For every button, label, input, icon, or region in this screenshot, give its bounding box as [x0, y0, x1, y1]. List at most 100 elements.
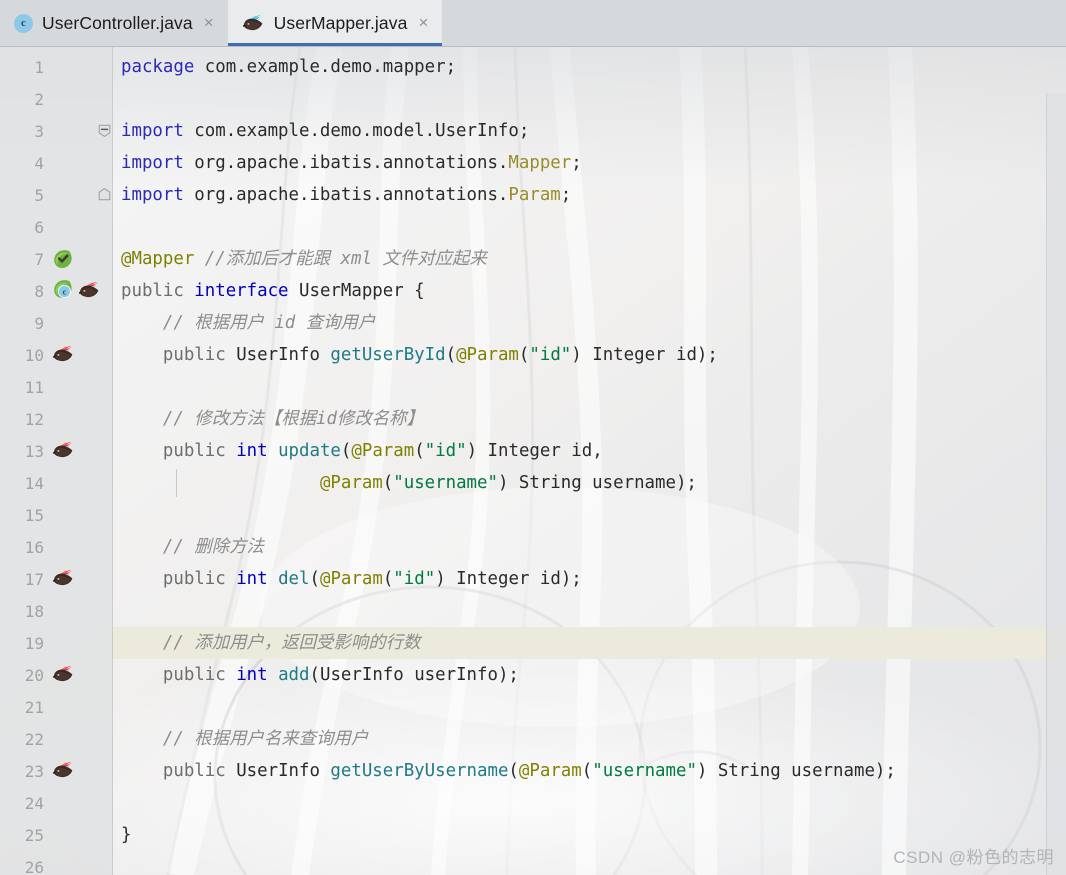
- line-number: 16: [24, 537, 44, 557]
- editor-tab-2[interactable]: UserMapper.java ×: [227, 0, 443, 46]
- gutter-row[interactable]: 25: [0, 819, 112, 851]
- close-icon[interactable]: ×: [416, 12, 430, 35]
- code-line[interactable]: package com.example.demo.mapper;: [113, 51, 1066, 83]
- code-token: }: [121, 825, 132, 845]
- gutter-row[interactable]: 2: [0, 83, 112, 115]
- gutter-row[interactable]: 1: [0, 51, 112, 83]
- gutter-icons[interactable]: [52, 439, 78, 463]
- line-number: 17: [24, 569, 44, 589]
- code-token: // 修改方法【根据id修改名称】: [162, 409, 424, 429]
- code-line[interactable]: public interface UserMapper {: [113, 275, 1066, 307]
- gutter-row[interactable]: 11: [0, 371, 112, 403]
- code-line[interactable]: import org.apache.ibatis.annotations.Par…: [113, 179, 1066, 211]
- gutter-row[interactable]: 5: [0, 179, 112, 211]
- code-line[interactable]: public int add(UserInfo userInfo);: [113, 659, 1066, 691]
- line-number: 3: [34, 121, 44, 141]
- code-token: "id": [393, 569, 436, 589]
- code-token: UserInfo: [236, 345, 331, 365]
- code-token: @Mapper: [121, 249, 195, 269]
- code-line[interactable]: public UserInfo getUserByUsername(@Param…: [113, 755, 1066, 787]
- code-line[interactable]: [113, 499, 1066, 531]
- mybatis-mapper-icon[interactable]: [52, 569, 78, 589]
- code-line[interactable]: import com.example.demo.model.UserInfo;: [113, 115, 1066, 147]
- spring-bean-class-icon[interactable]: c: [52, 279, 76, 304]
- line-number: 4: [34, 153, 44, 173]
- code-token: (: [382, 569, 394, 589]
- code-line[interactable]: [113, 787, 1066, 819]
- editor-tab-label: UserController.java: [42, 12, 193, 33]
- code-token: ) String username);: [497, 473, 697, 493]
- gutter-row[interactable]: 15: [0, 499, 112, 531]
- gutter-row[interactable]: 9: [0, 307, 112, 339]
- gutter-icons[interactable]: [52, 343, 78, 367]
- gutter-row[interactable]: 19: [0, 627, 112, 659]
- code-line[interactable]: // 根据用户名来查询用户: [113, 723, 1066, 755]
- gutter-row[interactable]: 16: [0, 531, 112, 563]
- code-line[interactable]: [113, 595, 1066, 627]
- gutter-row[interactable]: 8c: [0, 275, 112, 307]
- close-icon[interactable]: ×: [202, 12, 216, 35]
- gutter-row[interactable]: 21: [0, 691, 112, 723]
- code-token: public: [162, 665, 237, 685]
- code-token: public: [162, 345, 237, 365]
- code-token: "id": [424, 441, 467, 461]
- gutter-icons[interactable]: [52, 663, 78, 687]
- spring-bean-icon[interactable]: [52, 249, 72, 269]
- fold-collapse-icon[interactable]: [98, 124, 111, 137]
- code-line[interactable]: @Mapper //添加后才能跟 xml 文件对应起来: [113, 243, 1066, 275]
- code-token: del: [278, 569, 310, 589]
- gutter-row[interactable]: 20: [0, 659, 112, 691]
- gutter-row[interactable]: 23: [0, 755, 112, 787]
- code-line[interactable]: public UserInfo getUserById(@Param("id")…: [113, 339, 1066, 371]
- gutter-row[interactable]: 13: [0, 435, 112, 467]
- code-token: import: [121, 185, 195, 205]
- gutter-row[interactable]: 3: [0, 115, 112, 147]
- code-line[interactable]: [113, 371, 1066, 403]
- vertical-scrollbar[interactable]: [1046, 93, 1066, 875]
- code-content[interactable]: package com.example.demo.mapper; import c…: [113, 47, 1066, 875]
- gutter-row[interactable]: 14: [0, 467, 112, 499]
- mybatis-mapper-icon[interactable]: [52, 441, 78, 461]
- code-line[interactable]: // 添加用户，返回受影响的行数: [113, 627, 1066, 659]
- gutter-row[interactable]: 4: [0, 147, 112, 179]
- gutter-row[interactable]: 18: [0, 595, 112, 627]
- gutter-icons[interactable]: [52, 247, 72, 271]
- code-token: UserInfo: [236, 761, 331, 781]
- fold-end-icon[interactable]: [98, 188, 111, 201]
- mybatis-mapper-icon[interactable]: [52, 345, 78, 365]
- code-line[interactable]: [113, 83, 1066, 115]
- gutter-row[interactable]: 26: [0, 851, 112, 875]
- code-token: "username": [592, 761, 697, 781]
- code-line[interactable]: public int del(@Param("id") Integer id);: [113, 563, 1066, 595]
- code-line[interactable]: [113, 691, 1066, 723]
- gutter-row[interactable]: 12: [0, 403, 112, 435]
- editor-tab-1[interactable]: c UserController.java ×: [0, 0, 228, 46]
- gutter-row[interactable]: 6: [0, 211, 112, 243]
- code-line[interactable]: // 修改方法【根据id修改名称】: [113, 403, 1066, 435]
- code-token: org.apache.ibatis.annotations.: [194, 185, 509, 205]
- code-line[interactable]: public int update(@Param("id") Integer i…: [113, 435, 1066, 467]
- gutter-icons[interactable]: c: [52, 279, 104, 303]
- gutter-row[interactable]: 17: [0, 563, 112, 595]
- code-token: public: [162, 441, 237, 461]
- gutter-row[interactable]: 7: [0, 243, 112, 275]
- editor-gutter[interactable]: 1 2 3 4 5 6 7 8 c 9 10 11 12 13 14 15 16 17 18 19 20 21 22 23 24…: [0, 47, 113, 875]
- code-line[interactable]: import org.apache.ibatis.annotations.Map…: [113, 147, 1066, 179]
- gutter-row[interactable]: 24: [0, 787, 112, 819]
- code-line[interactable]: @Param("username") String username);: [113, 467, 1066, 499]
- gutter-icons[interactable]: [52, 567, 78, 591]
- gutter-row[interactable]: 10: [0, 339, 112, 371]
- line-number: 21: [24, 697, 44, 717]
- line-number: 25: [24, 825, 44, 845]
- code-line[interactable]: // 删除方法: [113, 531, 1066, 563]
- code-line[interactable]: // 根据用户 id 查询用户: [113, 307, 1066, 339]
- code-line[interactable]: [113, 211, 1066, 243]
- mybatis-mapper-icon[interactable]: [52, 665, 78, 685]
- gutter-icons[interactable]: [52, 759, 78, 783]
- gutter-row[interactable]: 22: [0, 723, 112, 755]
- code-editor[interactable]: 1 2 3 4 5 6 7 8 c 9 10 11 12 13 14 15 16 17 18 19 20 21 22 23 24…: [0, 47, 1066, 875]
- mybatis-mapper-icon[interactable]: [52, 761, 78, 781]
- mybatis-mapper-icon[interactable]: [78, 281, 104, 301]
